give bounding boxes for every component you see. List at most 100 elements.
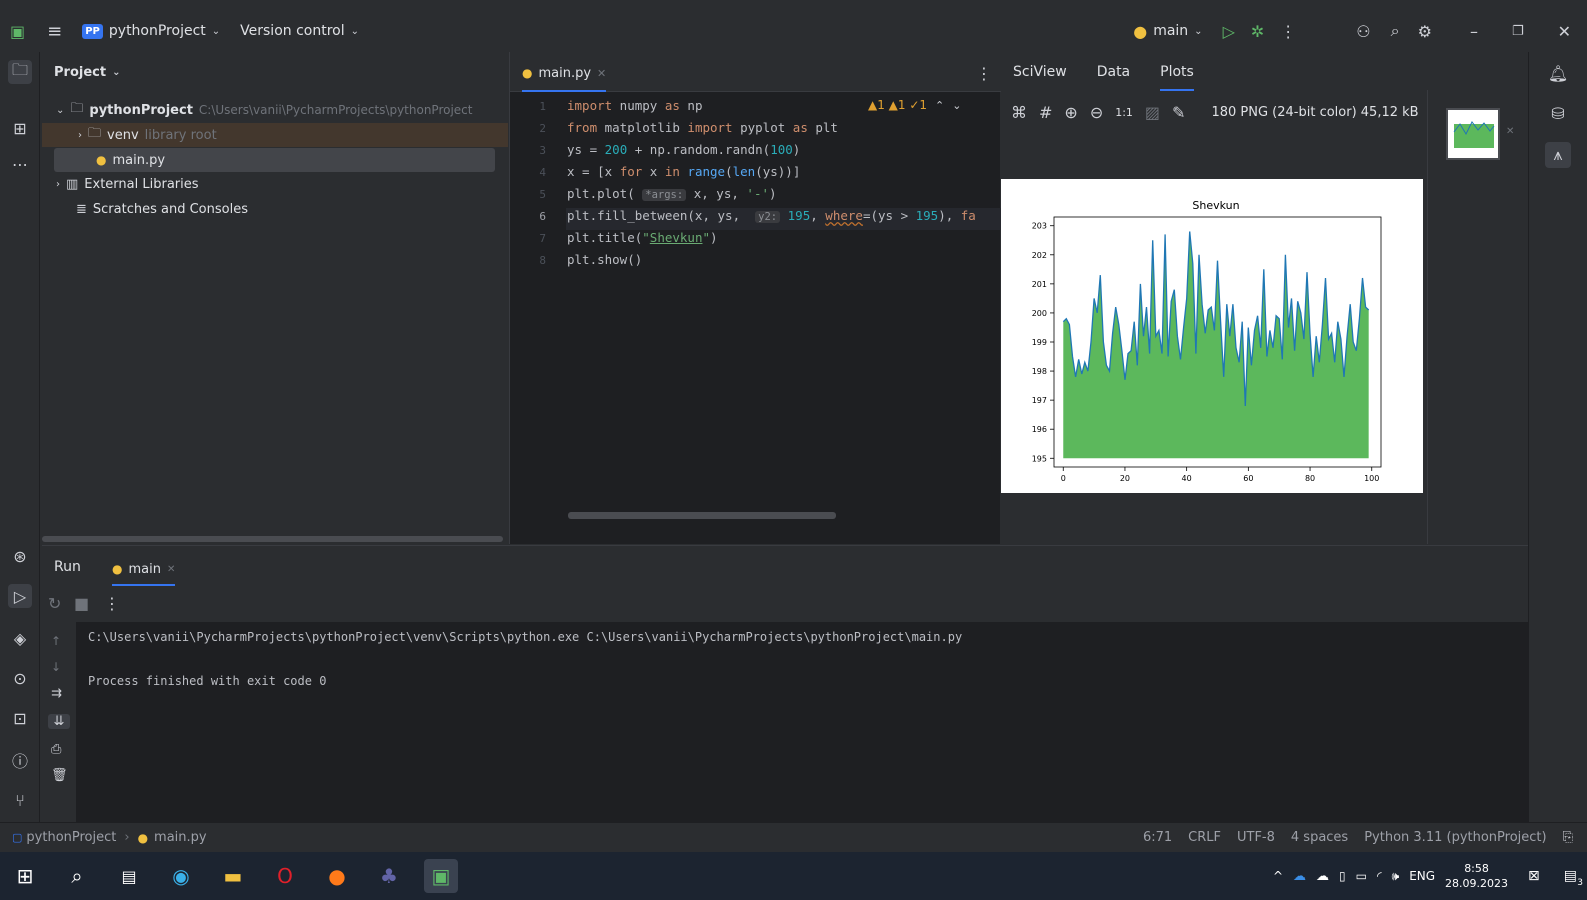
grid-icon[interactable]: #	[1039, 103, 1052, 122]
indent-setting[interactable]: 4 spaces	[1291, 830, 1348, 845]
git-icon[interactable]: ⑂	[8, 788, 32, 812]
tree-item-venv[interactable]: › 🗀 venv library root	[42, 123, 508, 147]
battery-icon[interactable]: ▯	[1339, 869, 1346, 883]
version-control-menu[interactable]: Version control ⌄	[240, 23, 359, 39]
wifi-icon[interactable]: ◜	[1377, 869, 1382, 883]
more-icon[interactable]: ⋮	[1280, 22, 1296, 41]
y-tick-label: 200	[1032, 309, 1047, 318]
main-menu-icon[interactable]: ≡	[47, 21, 62, 42]
chevron-down-icon[interactable]: ⌄	[952, 98, 961, 112]
soft-wrap-icon[interactable]: ⇉	[51, 686, 62, 701]
run-tool-icon[interactable]: ▷	[8, 584, 32, 608]
chevron-up-icon[interactable]: ^	[1273, 869, 1283, 883]
cloud-icon[interactable]: ☁	[1293, 869, 1306, 884]
background-icon[interactable]: ▨	[1145, 103, 1160, 122]
close-icon[interactable]: ✕	[597, 67, 606, 80]
scroll-to-end-icon[interactable]: ⇊	[48, 714, 70, 729]
project-switcher[interactable]: PP pythonProject ⌄	[82, 23, 220, 39]
code-line: plt.fill_between(x, ys, y2: 195, where=(…	[567, 208, 976, 223]
stop-icon[interactable]: ■	[74, 594, 89, 613]
add-user-icon[interactable]: ⚇	[1356, 22, 1370, 41]
folder-icon[interactable]: 🗀	[8, 60, 32, 84]
teams-icon[interactable]: ♣	[372, 859, 406, 893]
fit-icon[interactable]: ⌘	[1011, 103, 1027, 122]
run-icon[interactable]: ▷	[1223, 22, 1235, 41]
file-explorer-icon[interactable]: ▬	[216, 859, 250, 893]
close-icon[interactable]: ✕	[1558, 22, 1571, 41]
firefox-icon[interactable]: ●	[320, 859, 354, 893]
trash-icon[interactable]: 🗑︎	[51, 768, 68, 783]
structure-icon[interactable]: ⊞	[8, 116, 32, 140]
horizontal-scrollbar[interactable]	[42, 536, 503, 542]
notifications-icon[interactable]: 🔔︎	[1545, 60, 1571, 86]
tree-item-main-py[interactable]: ● main.py	[54, 148, 495, 172]
breadcrumb-project[interactable]: pythonProject	[26, 830, 116, 845]
notification-center-icon[interactable]: ▤ 3	[1564, 868, 1583, 888]
more-icon[interactable]: ⋮	[976, 64, 992, 83]
sciview-icon[interactable]: ⩚	[1545, 142, 1571, 168]
close-icon[interactable]: ✕	[1506, 126, 1514, 137]
edge-icon[interactable]: ◉	[164, 859, 198, 893]
library-icon: ▥	[66, 176, 79, 192]
language-indicator[interactable]: ENG	[1409, 869, 1435, 883]
run-tab-main[interactable]: ● main ✕	[112, 554, 176, 586]
color-picker-icon[interactable]: ✎	[1172, 103, 1185, 122]
search-icon[interactable]: ⌕	[60, 859, 94, 893]
interpreter[interactable]: Python 3.11 (pythonProject)	[1364, 830, 1546, 845]
editor-tab-main-py[interactable]: ● main.py ✕	[522, 60, 607, 92]
pycharm-logo-icon[interactable]: ▣	[10, 22, 25, 41]
onedrive-icon[interactable]: ☁	[1316, 869, 1329, 884]
terminal-icon[interactable]: ⊡	[8, 706, 32, 730]
tab-plots[interactable]: Plots	[1160, 54, 1194, 91]
more-icon[interactable]: ⋮	[104, 594, 120, 613]
tree-item-external-libraries[interactable]: › ▥ External Libraries	[56, 172, 199, 196]
zoom-out-icon[interactable]: ⊖	[1090, 103, 1103, 122]
lock-icon[interactable]: ⎘	[1563, 830, 1573, 845]
inspection-widget[interactable]: ▲1 ▲1 ✓1 ⌃ ⌄	[868, 98, 962, 112]
breadcrumb-file[interactable]: main.py	[154, 830, 207, 845]
pycharm-taskbar-icon[interactable]: ▣	[424, 859, 458, 893]
chevron-up-icon[interactable]: ⌃	[935, 98, 944, 112]
chevron-down-icon: ⌄	[112, 66, 121, 78]
actual-size-button[interactable]: 1:1	[1115, 106, 1133, 119]
python-icon: ●	[1133, 21, 1148, 41]
plot-thumbnail[interactable]	[1446, 108, 1500, 160]
arrow-down-icon[interactable]: ↓	[51, 660, 61, 674]
problems-icon[interactable]: ⓘ	[8, 748, 32, 772]
project-panel-title[interactable]: Project ⌄	[54, 60, 120, 84]
zoom-in-icon[interactable]: ⊕	[1064, 103, 1077, 122]
restore-icon[interactable]: ❐	[1512, 24, 1524, 39]
windows-start-icon[interactable]: ⊞	[8, 859, 42, 893]
filled-area	[1063, 231, 1369, 459]
tree-item-scratches[interactable]: ≣ Scratches and Consoles	[76, 197, 248, 221]
code-area[interactable]: import numpy as np from matplotlib impor…	[510, 92, 1001, 522]
task-view-icon[interactable]: ▤	[112, 859, 146, 893]
file-encoding[interactable]: UTF-8	[1237, 830, 1275, 845]
opera-icon[interactable]: O	[268, 859, 302, 893]
editor-horizontal-scrollbar[interactable]	[568, 512, 836, 519]
minimize-icon[interactable]: –	[1470, 22, 1478, 41]
tree-root[interactable]: ⌄ 🗀 pythonProject C:\Users\vanii\Pycharm…	[56, 98, 472, 122]
line-separator[interactable]: CRLF	[1188, 830, 1221, 845]
notification-count: 3	[1577, 878, 1583, 888]
rerun-icon[interactable]: ↻	[48, 594, 61, 613]
debug-icon[interactable]: ✲	[1251, 22, 1264, 41]
caret-position[interactable]: 6:71	[1143, 830, 1172, 845]
print-icon[interactable]: ⎙	[51, 742, 61, 757]
database-icon[interactable]: ⛁	[1545, 100, 1571, 126]
gear-icon[interactable]: ⚙	[1418, 22, 1432, 41]
clock[interactable]: 8:58 28.09.2023	[1445, 861, 1508, 891]
volume-icon[interactable]: 🕪︎	[1392, 869, 1400, 884]
arrow-up-icon[interactable]: ↑	[51, 634, 61, 648]
layers-icon[interactable]: ◈	[8, 626, 32, 650]
console-output[interactable]: C:\Users\vanii\PycharmProjects\pythonPro…	[76, 622, 1528, 833]
python-packages-icon[interactable]: ⊛	[8, 544, 32, 568]
tab-data[interactable]: Data	[1097, 64, 1130, 80]
close-icon[interactable]: ✕	[167, 564, 175, 575]
meet-now-icon[interactable]: ⊠	[1528, 868, 1540, 884]
display-icon[interactable]: ▭	[1356, 869, 1367, 883]
services-icon[interactable]: ⊙	[8, 666, 32, 690]
more-tools-icon[interactable]: ⋯	[8, 152, 32, 176]
run-config-selector[interactable]: ● main ⌄	[1133, 22, 1202, 41]
search-icon[interactable]: ⌕	[1391, 21, 1400, 41]
